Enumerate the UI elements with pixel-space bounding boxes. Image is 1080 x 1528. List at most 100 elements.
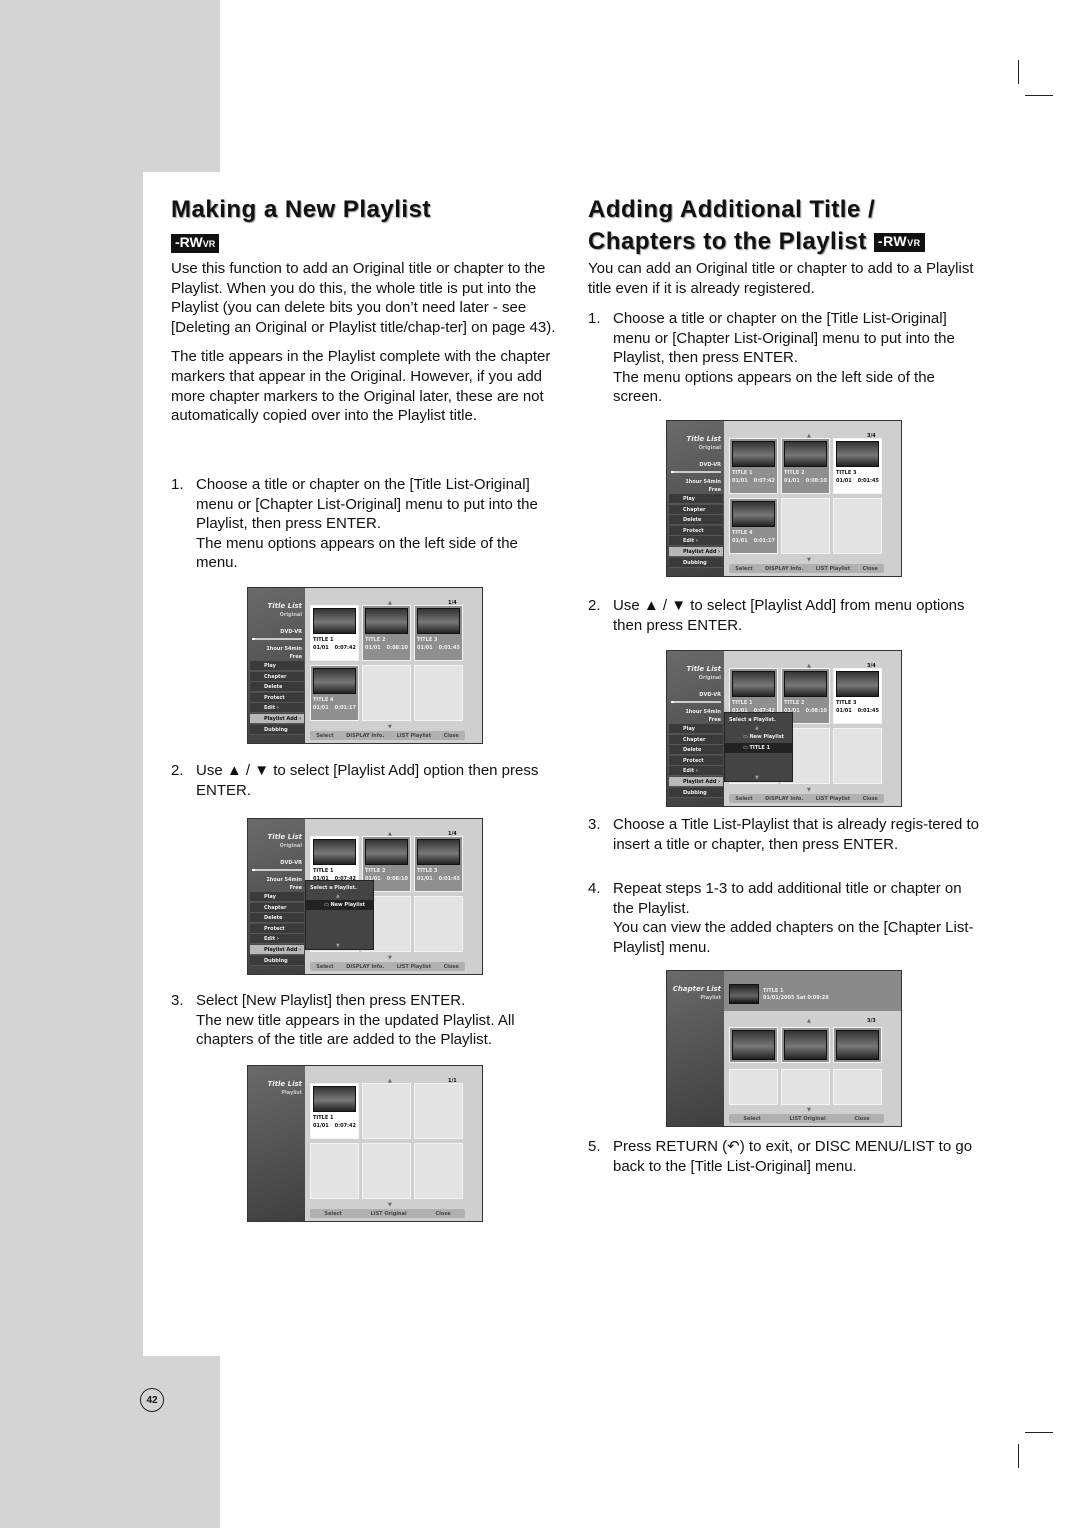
popup-title: Select a Playlist. bbox=[729, 717, 776, 723]
disc-time: 1hour 54min bbox=[266, 877, 302, 883]
playlist-popup: Select a Playlist. ▲ ▭ New Playlist ▼ bbox=[305, 880, 374, 950]
title-name: TITLE 3 bbox=[417, 868, 438, 874]
scroll-down-arrow: ▼ bbox=[388, 955, 392, 961]
empty-slot bbox=[414, 1083, 463, 1139]
empty-slot bbox=[362, 1083, 411, 1139]
step-5: 5. Press RETURN (↶) to exit, or DISC MENU… bbox=[588, 1138, 973, 1175]
disc-type: DVD-VR bbox=[699, 462, 721, 468]
menu-item: Play bbox=[250, 892, 304, 902]
title-name: TITLE 3 bbox=[836, 470, 857, 476]
help-item: Close bbox=[854, 1115, 870, 1122]
menu-item: Protect bbox=[250, 923, 304, 934]
disc-time: 1hour 54min bbox=[685, 479, 721, 485]
video-thumbnail bbox=[313, 608, 356, 634]
title-date: 01/01 bbox=[784, 478, 800, 484]
chapter-header-title: TITLE 1 bbox=[763, 988, 784, 994]
intro-text: You can add an Original title or chapter… bbox=[588, 260, 974, 297]
thumbnail-item: TITLE 3 01/01 0:01:45 bbox=[414, 605, 463, 661]
disc-capacity-bar bbox=[671, 701, 721, 703]
popup-item: ▭ TITLE 1 bbox=[725, 743, 792, 753]
help-item: Close bbox=[862, 565, 878, 572]
title-name: TITLE 1 bbox=[313, 868, 334, 874]
help-item: DISPLAY Info. bbox=[765, 795, 804, 802]
empty-slot bbox=[414, 1143, 463, 1199]
menu-item: Edit › bbox=[250, 934, 304, 945]
help-bar: Select DISPLAY Info. LIST Playlist Close bbox=[729, 564, 884, 573]
thumbnail-item bbox=[781, 1027, 830, 1063]
title-length: 0:07:42 bbox=[334, 645, 356, 651]
page-margin-band bbox=[0, 0, 220, 172]
crop-mark bbox=[1018, 1444, 1019, 1468]
disc-time: 1hour 54min bbox=[266, 646, 302, 652]
help-item: Close bbox=[443, 732, 459, 739]
disc-capacity-bar bbox=[252, 638, 302, 640]
video-thumbnail bbox=[313, 668, 356, 694]
title-name: TITLE 2 bbox=[784, 700, 805, 706]
playlist-popup: Select a Playlist. ▲ ▭ New Playlist ▭ TITLE… bbox=[724, 712, 793, 782]
scroll-down-arrow: ▼ bbox=[388, 724, 392, 730]
video-thumbnail bbox=[417, 839, 460, 865]
title-name: TITLE 1 bbox=[313, 1115, 334, 1121]
step-2: 2. Use ▲ / ▼ to select [Playlist Add] opt… bbox=[171, 762, 539, 799]
menu-item: Play bbox=[250, 661, 304, 671]
step-1: 1. Choose a title or chapter on the [Titl… bbox=[171, 476, 538, 572]
empty-slot bbox=[414, 896, 463, 952]
menu-heading: Title List bbox=[686, 435, 721, 443]
disc-capacity-bar bbox=[671, 471, 721, 473]
help-item: DISPLAY Info. bbox=[346, 963, 385, 970]
title-name: TITLE 2 bbox=[365, 637, 386, 643]
help-item: Close bbox=[435, 1210, 451, 1217]
title-date: 01/01 bbox=[836, 708, 852, 714]
popup-item: ▭ New Playlist bbox=[306, 900, 373, 910]
menu-item: Dubbing bbox=[250, 724, 304, 735]
empty-slot bbox=[781, 1069, 830, 1105]
screenshot-select-playlist: Title List Original DVD-VR 1hour 54min Free P… bbox=[247, 818, 483, 975]
help-item: LIST Original bbox=[370, 1210, 407, 1217]
popup-up-arrow: ▲ bbox=[755, 725, 759, 731]
video-thumbnail bbox=[836, 1030, 879, 1060]
title-length: 0:01:17 bbox=[334, 705, 356, 711]
help-item: Select bbox=[324, 1210, 342, 1217]
video-thumbnail bbox=[313, 839, 356, 865]
crop-mark bbox=[1025, 1432, 1053, 1433]
empty-slot bbox=[781, 498, 830, 554]
menu-subheading: Playlist bbox=[281, 1090, 302, 1096]
video-thumbnail bbox=[417, 608, 460, 634]
chapter-header-thumbnail bbox=[729, 984, 759, 1004]
title-date: 01/01 bbox=[417, 876, 433, 882]
menu-item: Protect bbox=[250, 692, 304, 703]
title-name: TITLE 1 bbox=[732, 700, 753, 706]
help-item: Close bbox=[443, 963, 459, 970]
menu-heading: Title List bbox=[267, 602, 302, 610]
help-item: DISPLAY Info. bbox=[765, 565, 804, 572]
disc-type: DVD-VR bbox=[699, 692, 721, 698]
title-name: TITLE 1 bbox=[732, 470, 753, 476]
title-length: 0:08:10 bbox=[805, 478, 827, 484]
video-thumbnail bbox=[313, 1086, 356, 1112]
help-item: Select bbox=[735, 795, 753, 802]
video-thumbnail bbox=[784, 671, 827, 697]
rw-vr-badge: -RWVR bbox=[171, 234, 220, 253]
empty-slot bbox=[362, 665, 411, 721]
menu-item: Play bbox=[669, 724, 723, 734]
menu-item: Playlist Add › bbox=[250, 714, 304, 724]
title-name: TITLE 1 bbox=[313, 637, 334, 643]
video-thumbnail bbox=[365, 839, 408, 865]
section-title-left: Making a New Playlist bbox=[171, 196, 431, 223]
title-name: TITLE 2 bbox=[784, 470, 805, 476]
step-1: 1. Choose a title or chapter on the [Titl… bbox=[588, 310, 955, 406]
chapter-header-info: 01/01/2005 Sat 0:09:28 bbox=[763, 995, 829, 1001]
disc-type: DVD-VR bbox=[280, 629, 302, 635]
thumbnail-item bbox=[833, 1027, 882, 1063]
scroll-down-arrow: ▼ bbox=[807, 557, 811, 563]
title-date: 01/01 bbox=[836, 478, 852, 484]
menu-heading: Title List bbox=[267, 1080, 302, 1088]
disc-free: Free bbox=[708, 717, 721, 723]
screenshot-chapter-list: Chapter List Playlist TITLE 1 01/01/2005 Sa… bbox=[666, 970, 902, 1127]
section-title-right: Adding Additional Title / bbox=[588, 196, 876, 223]
popup-item: ▭ New Playlist bbox=[743, 734, 785, 740]
help-bar: Select LIST Original Close bbox=[310, 1209, 465, 1218]
body-text: The title appears in the Playlist comple… bbox=[171, 348, 551, 425]
thumbnail-item: TITLE 3 01/01 0:01:45 bbox=[833, 438, 882, 494]
screenshot-playlist: Title List Playlist ▲ 1/1 TITLE 1 01/01 0:07:4… bbox=[247, 1065, 483, 1222]
